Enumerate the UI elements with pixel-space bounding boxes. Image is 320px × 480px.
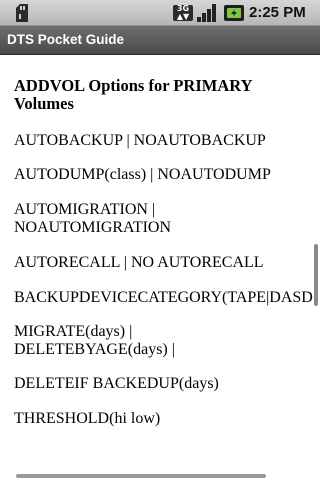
- signal-icon: [197, 4, 216, 22]
- status-bar: 3G ▲▼ 2:25 PM: [0, 0, 320, 26]
- app-title: DTS Pocket Guide: [7, 32, 125, 47]
- option-autobackup: AUTOBACKUP | NOAUTOBACKUP: [14, 132, 266, 149]
- section-heading: ADDVOL Options for PRIMARY Volumes: [14, 76, 252, 113]
- sd-card-icon: [16, 4, 28, 22]
- option-deleteif-backedup: DELETEIF BACKEDUP(days): [14, 375, 219, 392]
- battery-charging-icon: [224, 5, 244, 21]
- horizontal-scrollbar[interactable]: [16, 474, 266, 478]
- option-backupdevicecategory: BACKUPDEVICECATEGORY(TAPE|DASD: [14, 289, 313, 306]
- network-3g-icon: 3G ▲▼: [173, 5, 193, 21]
- app-title-bar: DTS Pocket Guide: [0, 26, 320, 55]
- option-automigration: AUTOMIGRATION | NOAUTOMIGRATION: [14, 201, 172, 236]
- status-clock: 2:25 PM: [249, 4, 306, 21]
- network-badge-bottom: ▲▼: [176, 12, 190, 21]
- vertical-scrollbar[interactable]: [314, 244, 318, 306]
- option-autorecall: AUTORECALL | NO AUTORECALL: [14, 254, 264, 271]
- option-autodump: AUTODUMP(class) | NOAUTODUMP: [14, 166, 271, 183]
- option-migrate: MIGRATE(days) | DELETEBYAGE(days) |: [14, 323, 175, 358]
- option-threshold: THRESHOLD(hi low): [14, 410, 161, 427]
- content-scroll-area[interactable]: ADDVOL Options for PRIMARY Volumes AUTOB…: [0, 55, 320, 480]
